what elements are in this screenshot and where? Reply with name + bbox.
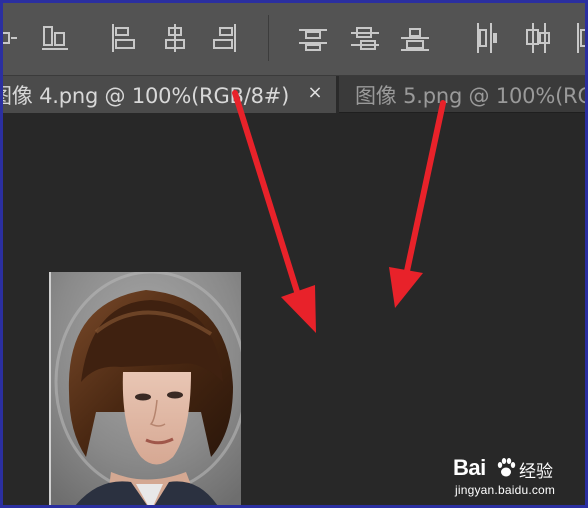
portrait-image[interactable] — [51, 272, 241, 505]
align-left-edge-partial-icon[interactable] — [3, 21, 23, 55]
document-tab-bar: 图像 4.png @ 100%(RGB/8#) × 图像 5.png @ 100… — [3, 76, 585, 113]
photoshop-window: 图像 4.png @ 100%(RGB/8#) × 图像 5.png @ 100… — [0, 0, 588, 508]
distribute-top-edges-icon[interactable] — [297, 21, 329, 55]
tab-image-5[interactable]: 图像 5.png @ 100%(RGB/8#) — [339, 76, 585, 113]
align-bottom-edges-icon[interactable] — [39, 21, 71, 55]
watermark-suffix: 经验 — [519, 462, 553, 482]
align-horizontal-centers-icon[interactable] — [159, 21, 191, 55]
tab-title: 图像 4.png @ 100%(RGB/8#) — [3, 83, 290, 108]
watermark-brand: Bai — [453, 455, 486, 480]
tab-image-4[interactable]: 图像 4.png @ 100%(RGB/8#) × — [3, 76, 336, 113]
distribute-right-edges-icon[interactable] — [573, 21, 585, 55]
options-toolbar — [3, 3, 585, 76]
distribute-bottom-edges-icon[interactable] — [399, 21, 431, 55]
toolbar-separator — [268, 15, 269, 61]
close-icon[interactable]: × — [304, 81, 326, 105]
tab-title: 图像 5.png @ 100%(RGB/8#) — [355, 83, 585, 108]
distribute-horizontal-centers-icon[interactable] — [521, 21, 553, 55]
distribute-left-edges-icon[interactable] — [469, 21, 501, 55]
distribute-vertical-centers-icon[interactable] — [349, 21, 381, 55]
paw-icon — [495, 457, 517, 479]
align-left-edges-icon[interactable] — [107, 21, 139, 55]
align-right-edges-icon[interactable] — [209, 21, 241, 55]
watermark-url: jingyan.baidu.com — [455, 483, 556, 497]
baidu-watermark: Bai 经验 jingyan.baidu.com — [449, 455, 579, 503]
